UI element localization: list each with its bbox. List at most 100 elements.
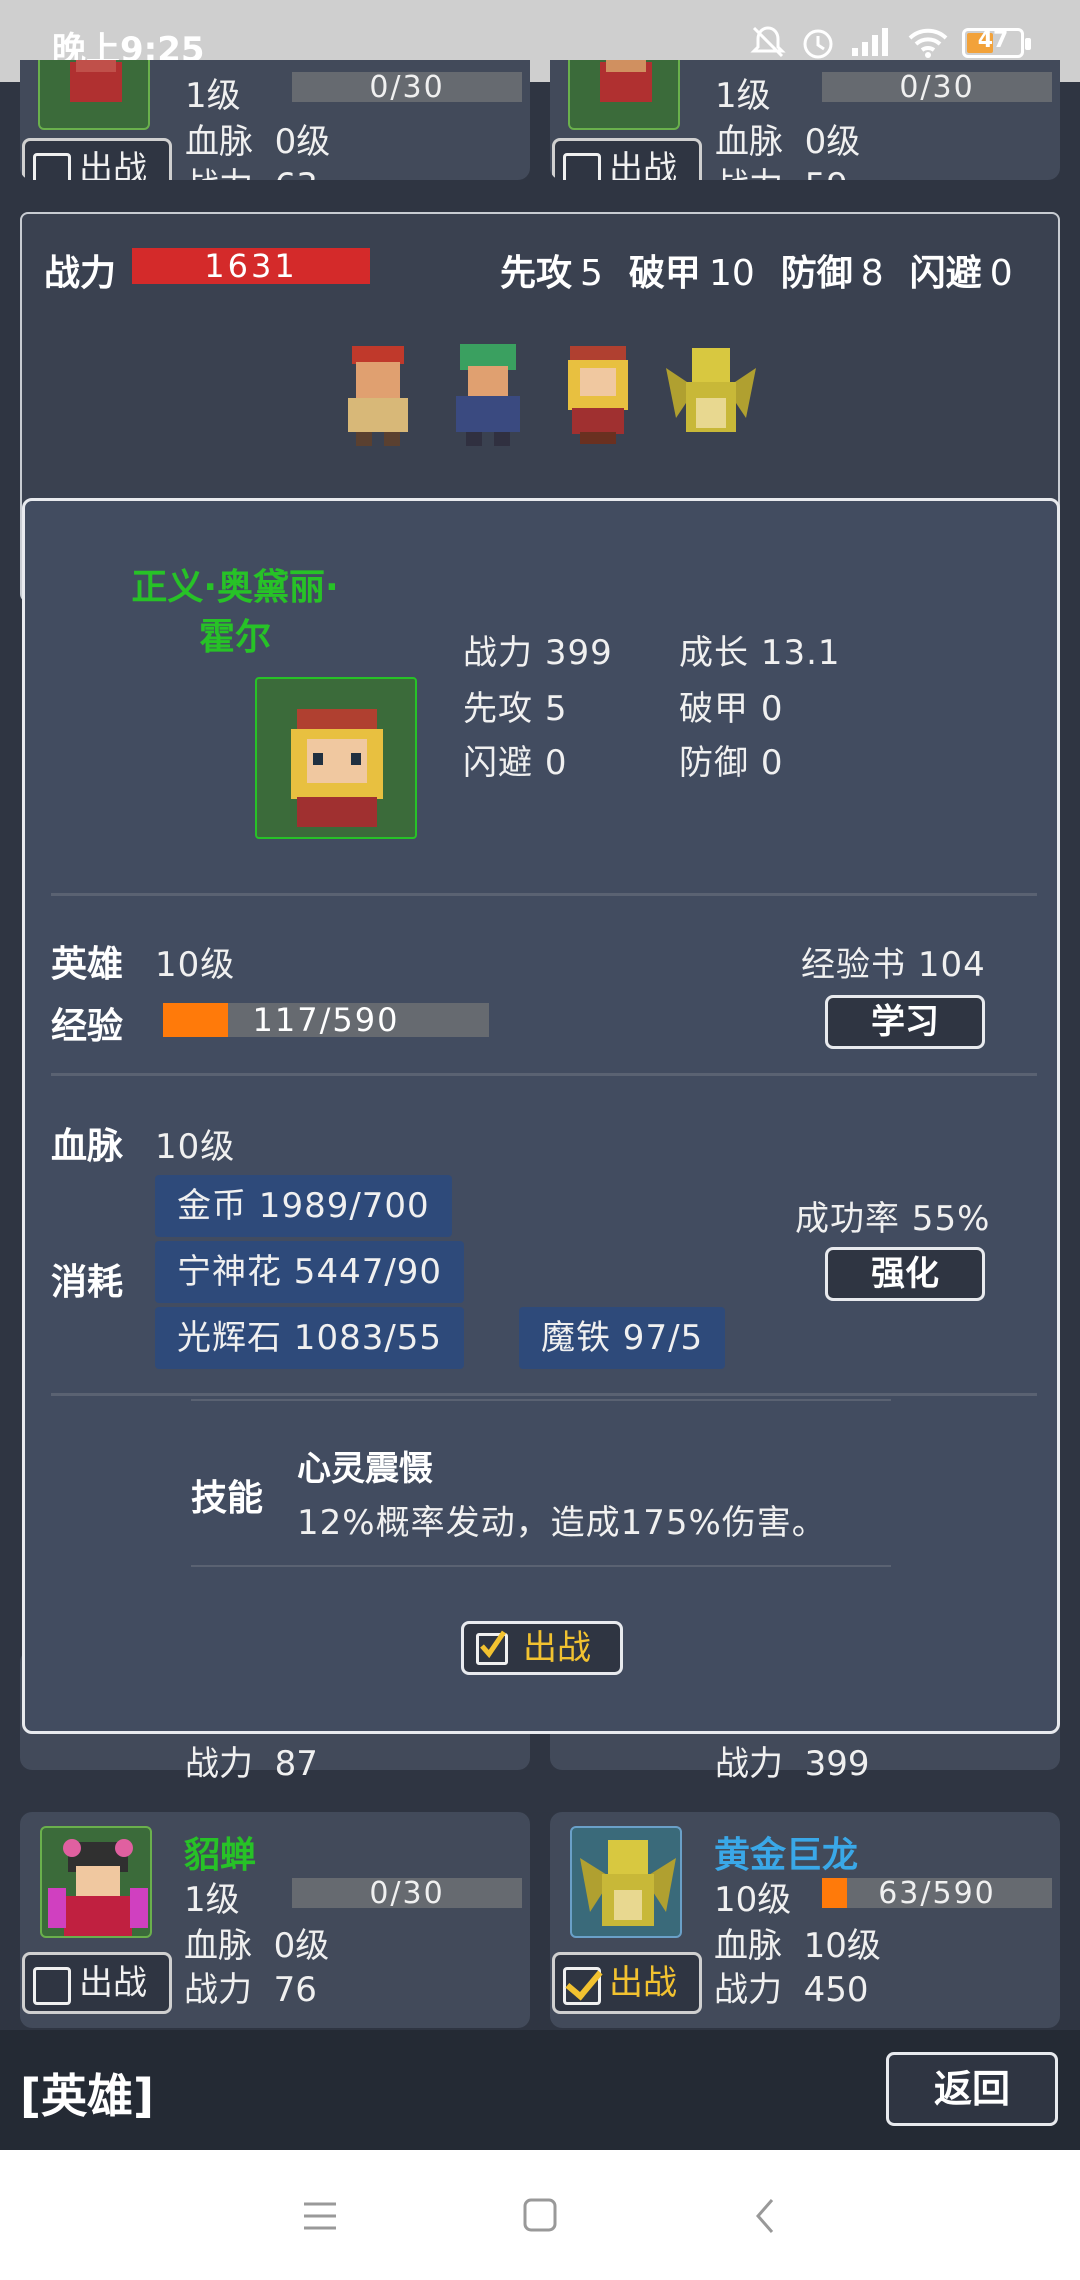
hero-exp-bar: 63/590 bbox=[822, 1876, 1052, 1911]
stat-value: 0 bbox=[544, 743, 568, 783]
hero-name: 貂蝉 bbox=[184, 1835, 257, 1876]
back-icon[interactable] bbox=[736, 2186, 796, 2246]
hero-exp-value: 0/30 bbox=[899, 70, 975, 105]
blood-label: 血脉 bbox=[715, 122, 783, 162]
hero-bloodline: 血脉 10级 bbox=[714, 1918, 881, 1967]
hero-card-diaochan[interactable]: 貂蝉 1级 0/30 血脉 0级 战力 76 出战 bbox=[20, 1812, 530, 2028]
hero-power: 战力 399 bbox=[715, 1736, 870, 1785]
team-member-golden-dragon-sprite bbox=[656, 338, 766, 448]
bloodline-level: 10级 bbox=[155, 1127, 236, 1167]
system-nav-bar bbox=[0, 2150, 1080, 2280]
divider bbox=[51, 893, 1037, 896]
exp-label: 经验 bbox=[51, 1006, 124, 1047]
hero-name: 黄金巨龙 bbox=[714, 1835, 859, 1876]
team-member-pirate-sprite bbox=[330, 338, 426, 448]
team-member-blonde-girl-sprite bbox=[550, 338, 646, 448]
hero-power: 战力 76 bbox=[184, 1962, 317, 2011]
team-power-bar: 1631 bbox=[132, 248, 370, 284]
learn-button[interactable]: 学习 bbox=[825, 995, 985, 1049]
hero-name: 正义·奥黛丽· 霍尔 bbox=[25, 563, 445, 663]
blood-label: 血脉 bbox=[184, 1926, 252, 1966]
deploy-label: 出战 bbox=[609, 1963, 677, 2003]
hero-exp-value: 63/590 bbox=[878, 1876, 996, 1911]
deploy-label: 出战 bbox=[79, 1963, 147, 2003]
deploy-button[interactable]: 出战 bbox=[461, 1621, 623, 1675]
divider bbox=[51, 1073, 1037, 1076]
stat-label-initiative: 先攻 bbox=[500, 253, 573, 294]
hero-power: 战力 63 bbox=[185, 158, 318, 180]
cost-calm-flower: 宁神花 5447/90 bbox=[155, 1241, 465, 1303]
deploy-toggle[interactable]: 出战 bbox=[22, 138, 172, 180]
menu-icon[interactable] bbox=[290, 2186, 350, 2246]
team-power-label: 战力 bbox=[44, 253, 117, 294]
checkbox-icon bbox=[563, 153, 601, 180]
stat-value: 0 bbox=[760, 689, 784, 729]
cost-radiant-stone: 光辉石 1083/55 bbox=[155, 1307, 465, 1369]
checkbox-icon bbox=[33, 153, 71, 180]
skill-label: 技能 bbox=[191, 1478, 264, 1519]
signal-icon bbox=[850, 22, 890, 62]
deploy-button-label: 出战 bbox=[523, 1628, 591, 1668]
hero-level: 10级 bbox=[714, 1880, 792, 1920]
stat-initiative: 先攻 5 bbox=[463, 681, 567, 730]
battery-icon: 47 bbox=[962, 28, 1031, 58]
blood-label: 血脉 bbox=[185, 122, 253, 162]
back-button[interactable]: 返回 bbox=[886, 2052, 1058, 2126]
divider bbox=[191, 1399, 891, 1401]
power-label: 战力 bbox=[715, 1744, 783, 1784]
enhance-button[interactable]: 强化 bbox=[825, 1247, 985, 1301]
divider bbox=[191, 1565, 891, 1567]
deploy-toggle[interactable]: 出战 bbox=[552, 138, 702, 180]
stat-label: 破甲 bbox=[679, 689, 749, 729]
hero-bloodline: 血脉 0级 bbox=[184, 1918, 329, 1967]
deploy-toggle[interactable]: 出战 bbox=[552, 1952, 702, 2014]
hero-power: 战力 450 bbox=[714, 1962, 869, 2011]
deploy-toggle[interactable]: 出战 bbox=[22, 1952, 172, 2014]
checkbox-checked-icon bbox=[476, 1630, 508, 1665]
skill-description: 12%概率发动，造成175%伤害。 bbox=[297, 1503, 827, 1543]
stat-label: 战力 bbox=[463, 633, 533, 673]
hero-card-top-right[interactable]: 1级 0/30 血脉 0级 战力 59 出战 bbox=[550, 60, 1060, 180]
stat-label-defense: 防御 bbox=[780, 253, 853, 294]
checkbox-icon bbox=[33, 1967, 71, 2005]
stat-value-defense: 8 bbox=[860, 253, 884, 294]
hero-bloodline: 血脉 0级 bbox=[715, 114, 860, 163]
hero-bloodline: 血脉 0级 bbox=[185, 114, 330, 163]
hero-exp-bar: 0/30 bbox=[292, 70, 522, 105]
hero-card-golden-dragon[interactable]: 黄金巨龙 10级 63/590 血脉 10级 战力 450 出战 bbox=[550, 1812, 1060, 2028]
power-label: 战力 bbox=[714, 1970, 782, 2010]
hero-card-top-left[interactable]: 1级 0/30 血脉 0级 战力 63 出战 bbox=[20, 60, 530, 180]
hero-portrait bbox=[570, 1826, 682, 1938]
team-power-value: 1631 bbox=[204, 247, 298, 285]
hero-exp-bar: 0/30 bbox=[292, 1876, 522, 1911]
hero-exp-value: 0/30 bbox=[369, 1876, 445, 1911]
checkbox-checked-icon bbox=[563, 1967, 601, 2005]
stat-dodge: 闪避 0 bbox=[463, 735, 567, 784]
stat-power: 战力 399 bbox=[463, 625, 613, 674]
power-value: 76 bbox=[273, 1970, 317, 2010]
stat-value: 0 bbox=[760, 743, 784, 783]
power-value: 87 bbox=[274, 1744, 318, 1784]
hero-detail-dialog: 正义·奥黛丽· 霍尔 战力 399 成长 13.1 先攻 5 破甲 0 闪避 0… bbox=[22, 498, 1060, 1734]
blood-level: 10级 bbox=[803, 1926, 881, 1966]
stat-label: 闪避 bbox=[463, 743, 533, 783]
hero-level-value: 10级 bbox=[155, 945, 236, 985]
blood-level: 0级 bbox=[274, 122, 331, 162]
hero-portrait bbox=[38, 60, 150, 130]
stat-growth: 成长 13.1 bbox=[679, 625, 841, 674]
alarm-icon bbox=[798, 22, 838, 62]
deploy-label: 出战 bbox=[609, 149, 677, 180]
mute-bell-icon bbox=[748, 22, 788, 62]
stat-label: 先攻 bbox=[463, 689, 533, 729]
exp-value: 117/590 bbox=[252, 1001, 400, 1039]
hero-power: 战力 59 bbox=[715, 158, 848, 180]
team-stats: 先攻 5 破甲 10 防御 8 闪避 0 bbox=[500, 244, 1013, 296]
home-icon[interactable] bbox=[510, 2186, 570, 2246]
hero-power: 战力 87 bbox=[185, 1736, 318, 1785]
hero-portrait bbox=[568, 60, 680, 130]
hero-exp-bar: 0/30 bbox=[822, 70, 1052, 105]
wifi-icon bbox=[906, 22, 948, 62]
stat-armor-break: 破甲 0 bbox=[679, 681, 783, 730]
blood-level: 0级 bbox=[273, 1926, 330, 1966]
power-label: 战力 bbox=[715, 166, 783, 180]
